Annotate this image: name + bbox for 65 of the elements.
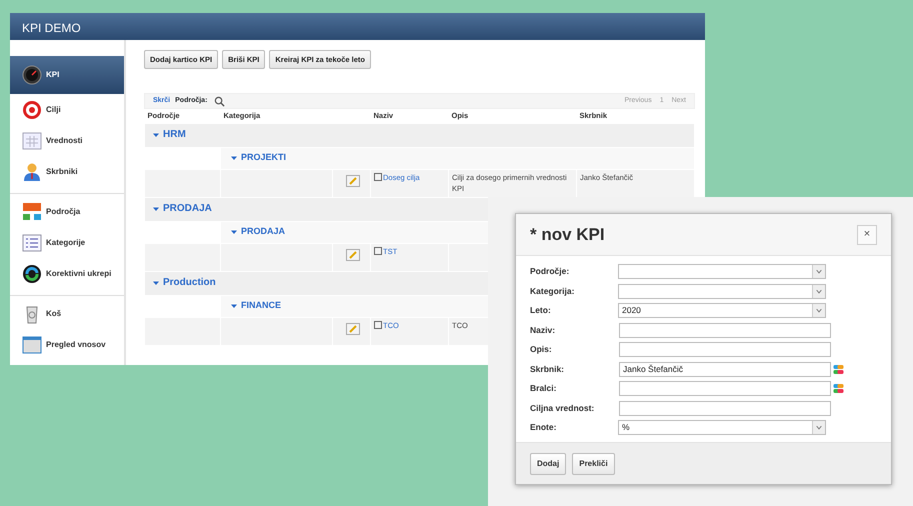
field-label: Ciljna vrednost: [530,402,596,415]
people-icon [833,364,844,375]
caret-icon [812,304,825,318]
field-label: Bralci: [530,382,558,396]
blocks-icon [22,202,42,222]
edit-icon [346,248,360,260]
dialog-title: * nov KPI [530,224,605,246]
caret-icon [231,228,237,235]
sidebar-item[interactable]: Korektivni ukrepi [10,258,124,289]
field-label: Naziv: [530,324,556,337]
group-toggle[interactable]: HRM [153,127,186,142]
group-toggle[interactable]: PRODAJA [153,201,212,216]
window-icon [22,334,42,354]
category-toggle[interactable]: PROJEKTI [231,150,286,164]
edit-icon [346,322,360,334]
field-label: Skrbnik: [530,362,566,376]
caret-icon [231,154,237,161]
category-toggle[interactable]: FINANCE [231,298,281,312]
edit-icon [346,174,360,186]
input-field[interactable] [619,381,831,396]
sidebar-item[interactable]: Pregled vnosov [10,329,124,360]
target-icon [22,100,42,120]
caret-icon [812,421,825,434]
dropdown[interactable]: % [618,420,826,436]
checkbox[interactable] [374,246,382,254]
dialog-button[interactable]: Dodaj [530,452,566,474]
input-field[interactable] [619,342,831,358]
caret-icon [153,206,159,212]
sidebar-item[interactable]: Koš [10,298,124,329]
gauge-icon [22,65,42,85]
dropdown[interactable]: 2020 [618,303,826,318]
sidebar-item[interactable]: Kategorije [10,227,124,258]
sidebar-item[interactable]: Skrbniki [10,156,124,187]
field-label: Leto: [530,304,552,318]
caret-icon [231,302,237,309]
people-icon [833,383,844,394]
checkbox[interactable] [374,320,382,328]
search-icon [214,96,226,107]
field-label: Enote: [530,421,558,434]
category-toggle[interactable]: PRODAJA [231,224,286,238]
close-button[interactable]: × [857,224,877,244]
caret-icon [153,132,159,138]
field-label: Področje: [530,265,570,278]
cycle-icon [22,264,42,284]
input-field[interactable] [619,400,831,416]
calendar-icon [22,130,42,150]
sidebar-item[interactable]: Področja [10,196,124,227]
field-label: Kategorija: [530,284,576,298]
group-toggle[interactable]: Production [153,275,216,290]
dialog-button[interactable]: Prekliči [572,452,615,474]
input-field[interactable] [619,322,831,338]
checkbox[interactable] [374,172,382,180]
sidebar-item[interactable]: KPI [10,56,124,94]
list-icon [22,232,42,252]
sidebar-item[interactable]: Vrednosti [10,125,124,156]
caret-icon [812,265,825,278]
dropdown[interactable] [618,284,826,299]
sidebar-item[interactable]: Cilji [10,94,124,125]
caret-icon [812,284,825,298]
app-title: KPI DEMO [10,13,705,40]
person-icon [22,162,42,182]
input-field[interactable]: Janko Štefančič [619,362,831,377]
caret-icon [153,280,159,286]
dropdown[interactable] [618,264,826,280]
field-label: Opis: [530,343,553,356]
